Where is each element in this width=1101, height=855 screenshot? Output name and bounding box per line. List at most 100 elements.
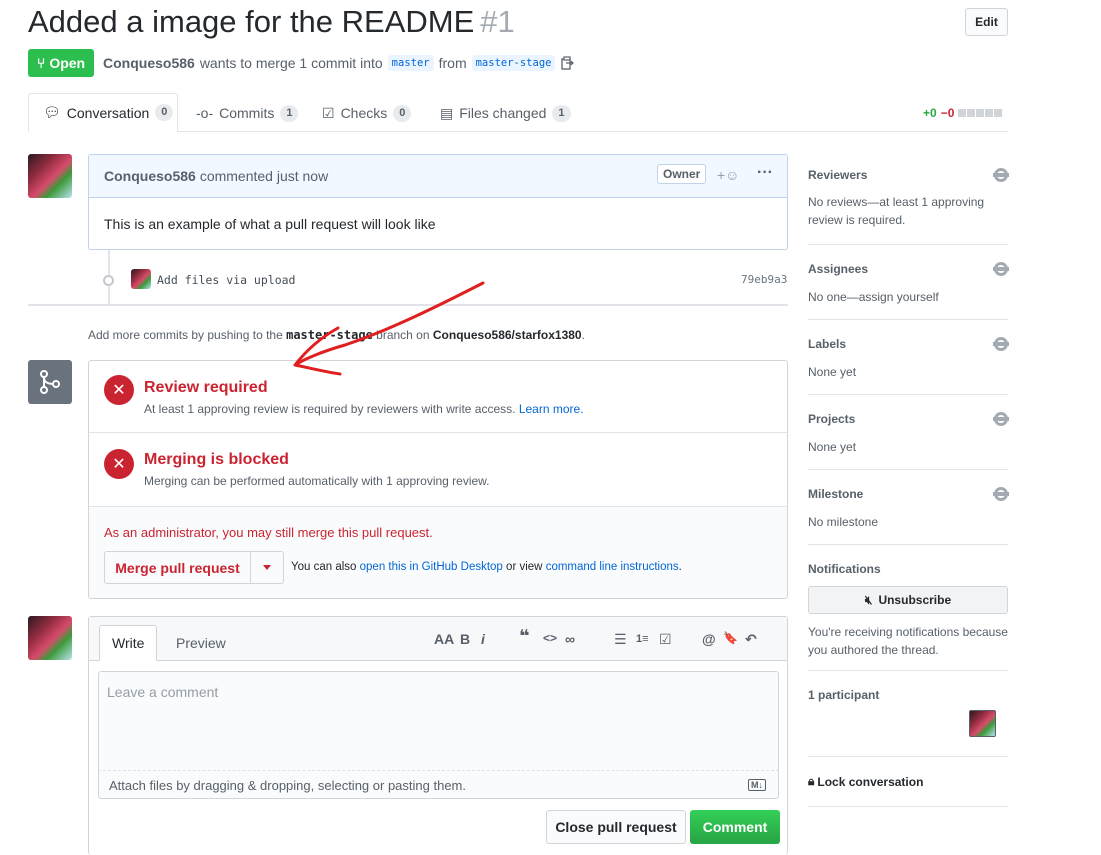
gear-icon[interactable]: [993, 168, 1009, 182]
milestone-heading: Milestone: [808, 487, 864, 501]
copy-icon[interactable]: [560, 56, 575, 70]
numbered-list-icon[interactable]: 1≡: [636, 633, 649, 645]
merging-blocked-desc: Merging can be performed automatically w…: [144, 474, 490, 488]
commit-icon: -o-: [196, 105, 214, 121]
tab-label: Checks: [340, 105, 388, 121]
tab-preview[interactable]: Preview: [164, 625, 238, 661]
sidebar-divider: [808, 806, 1008, 807]
sidebar-projects[interactable]: Projects None yet: [808, 412, 1009, 456]
task-list-icon[interactable]: ☑: [659, 631, 672, 648]
admin-note: As an administrator, you may still merge…: [104, 525, 433, 540]
bulleted-list-icon[interactable]: ☰: [614, 631, 627, 648]
participant-avatar[interactable]: [969, 710, 996, 737]
mute-icon: 🔇︎: [864, 592, 873, 607]
lock-conversation[interactable]: 🔒︎ Lock conversation: [808, 774, 1008, 789]
tab-commits[interactable]: -o- Commits 1: [196, 100, 299, 126]
base-branch[interactable]: master: [387, 55, 434, 71]
quote-icon[interactable]: ❝: [519, 626, 530, 647]
sidebar-divider: [808, 319, 1008, 320]
comment-box: Conqueso586 commented just now Owner +☺ …: [88, 154, 788, 250]
sidebar-divider: [808, 756, 1008, 757]
sidebar-divider: [808, 670, 1008, 671]
mention-icon[interactable]: @: [702, 631, 716, 647]
lock-icon: 🔒︎: [808, 774, 815, 788]
comment-body: This is an example of what a pull reques…: [104, 216, 436, 232]
more-options-icon[interactable]: ···: [757, 164, 773, 182]
merge-pull-request-button[interactable]: Merge pull request: [104, 551, 251, 584]
author-link[interactable]: Conqueso586: [103, 55, 195, 71]
sidebar-assignees[interactable]: Assignees No one—assign yourself: [808, 262, 1009, 306]
gear-icon[interactable]: [993, 262, 1009, 276]
gear-icon[interactable]: [993, 487, 1009, 501]
edit-button[interactable]: Edit: [965, 8, 1008, 36]
command-line-link[interactable]: command line instructions: [546, 561, 679, 573]
comment-button[interactable]: Comment: [690, 810, 780, 844]
milestone-value: No milestone: [808, 515, 879, 529]
git-merge-icon: [28, 360, 72, 404]
merging-blocked-section: ✕ Merging is blocked Merging can be perf…: [89, 433, 787, 506]
italic-icon[interactable]: i: [481, 631, 485, 647]
reviewers-heading: Reviewers: [808, 168, 868, 182]
merge-method-dropdown[interactable]: [250, 551, 284, 584]
comment-author[interactable]: Conqueso586: [104, 168, 196, 184]
x-circle-icon: ✕: [104, 449, 134, 479]
comment-textarea[interactable]: Leave a comment: [98, 671, 779, 771]
bold-icon[interactable]: B: [460, 631, 470, 647]
review-required-section: ✕ Review required At least 1 approving r…: [89, 361, 787, 433]
comment-header: Conqueso586 commented just now Owner +☺ …: [89, 155, 787, 198]
labels-heading: Labels: [808, 337, 847, 351]
gear-icon[interactable]: [993, 412, 1009, 426]
heading-icon[interactable]: AA: [434, 631, 454, 647]
review-required-title[interactable]: Review required: [144, 379, 268, 397]
add-reaction-icon[interactable]: +☺: [717, 167, 739, 183]
review-required-desc: At least 1 approving review is required …: [144, 402, 584, 416]
pr-title: Added a image for the README #1: [28, 4, 515, 39]
head-branch[interactable]: master-stage: [471, 55, 556, 71]
participants-heading: 1 participant: [808, 688, 880, 702]
merge-box: ✕ Review required At least 1 approving r…: [88, 360, 788, 599]
lock-label: Lock conversation: [817, 774, 924, 789]
saved-reply-icon[interactable]: 🔖: [723, 631, 738, 645]
unsubscribe-label: Unsubscribe: [878, 593, 952, 607]
link-icon[interactable]: ∞: [565, 631, 575, 647]
learn-more-link[interactable]: Learn more.: [519, 402, 584, 416]
sidebar-notifications: Notifications 🔇︎ Unsubscribe You're rece…: [808, 562, 1008, 659]
tab-write[interactable]: Write: [99, 625, 158, 661]
projects-heading: Projects: [808, 412, 856, 426]
current-user-avatar[interactable]: [28, 616, 72, 660]
diffstat: +0 −0: [923, 106, 1003, 120]
tab-counter: 0: [393, 104, 412, 122]
assignees-value[interactable]: No one—assign yourself: [808, 288, 1008, 306]
unsubscribe-button[interactable]: 🔇︎ Unsubscribe: [808, 586, 1008, 614]
commit-message[interactable]: Add files via upload: [157, 273, 295, 287]
gear-icon[interactable]: [993, 337, 1009, 351]
markdown-icon[interactable]: M↓: [748, 779, 766, 791]
state-label: Open: [49, 55, 86, 71]
commit-sha[interactable]: 79eb9a3: [741, 273, 787, 286]
merge-actions: As an administrator, you may still merge…: [89, 506, 787, 598]
sidebar-reviewers[interactable]: Reviewers No reviews—at least 1 approvin…: [808, 168, 1009, 229]
tab-files-changed[interactable]: ▤ Files changed 1: [440, 100, 571, 126]
hint-branch: master-stage: [286, 328, 373, 342]
notifications-heading: Notifications: [808, 562, 881, 576]
commit-avatar[interactable]: [131, 269, 151, 289]
comment-discussion-icon: 💬︎: [43, 104, 61, 120]
commit-node-icon: [103, 275, 114, 286]
tab-checks[interactable]: ☑ Checks 0: [322, 100, 412, 126]
attach-files-bar[interactable]: Attach files by dragging & dropping, sel…: [98, 771, 779, 799]
tab-conversation[interactable]: 💬︎ Conversation 0: [28, 93, 178, 132]
tab-counter: 1: [552, 104, 571, 122]
sidebar-labels[interactable]: Labels None yet: [808, 337, 1009, 381]
reply-icon[interactable]: ↶: [745, 631, 757, 648]
close-pull-request-button[interactable]: Close pull request: [546, 810, 686, 844]
merge-text: wants to merge 1 commit into: [199, 55, 383, 71]
owner-badge: Owner: [657, 164, 707, 184]
alternative-options: You can also open this in GitHub Desktop…: [291, 561, 682, 573]
checklist-icon: ☑: [322, 104, 335, 121]
diffstat-blocks: [958, 109, 1003, 117]
caret-down-icon: [263, 565, 271, 570]
code-icon[interactable]: <>: [543, 631, 557, 645]
avatar[interactable]: [28, 154, 72, 198]
sidebar-milestone[interactable]: Milestone No milestone: [808, 487, 1009, 531]
github-desktop-link[interactable]: open this in GitHub Desktop: [360, 561, 503, 573]
